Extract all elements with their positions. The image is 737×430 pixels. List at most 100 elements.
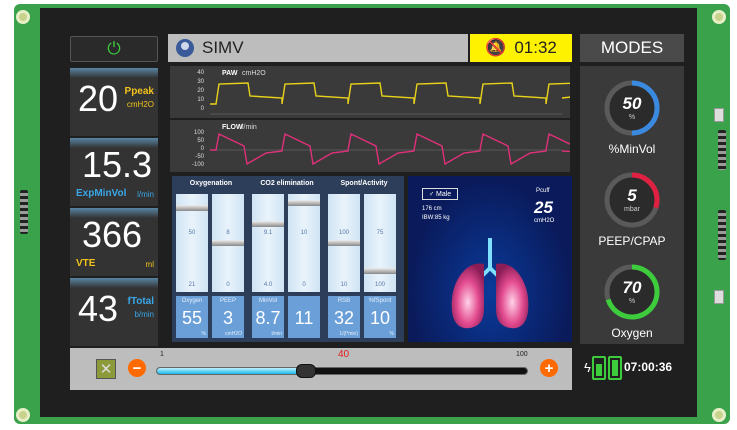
pin-header	[718, 210, 726, 260]
slider-thumb[interactable]	[296, 364, 316, 378]
mounting-hole	[16, 408, 30, 422]
charging-icon: ϟ	[584, 360, 591, 375]
param-cell[interactable]: 20 Ppeak cmH2O	[70, 68, 158, 136]
mode-unit: mbar	[624, 206, 640, 213]
smd-component	[714, 290, 724, 304]
mounting-hole	[712, 408, 726, 422]
range-track: 10 0	[288, 194, 320, 292]
pin-header	[20, 190, 28, 234]
range-min: 100	[374, 282, 385, 288]
range-marker	[364, 268, 396, 274]
alarm-timer: 01:32	[514, 38, 557, 57]
sex-label: Male	[436, 190, 452, 198]
range-track: 80	[212, 194, 244, 292]
cancel-button[interactable]: ✕	[96, 359, 116, 379]
range-track: 9.1 4.0	[252, 194, 284, 292]
mode-label: %MinVol	[608, 142, 656, 156]
measured-label: MinVol	[258, 298, 277, 304]
patient-lungs-panel: ♂ Male 176 cm IBW:85 kg Pcuff 25 cmH2O	[408, 176, 572, 342]
measured-value-box: MinVol 8.7 l/min	[252, 296, 284, 338]
clock: 07:00:36	[624, 360, 673, 374]
patient-height: 176 cm	[422, 206, 442, 212]
slider-value: 40	[338, 349, 350, 360]
range-mid: 8	[226, 230, 230, 236]
param-label: Ppeak	[124, 86, 154, 97]
measured-value: 3	[222, 308, 233, 328]
pin-header	[718, 130, 726, 170]
param-cell[interactable]: 43 fTotal b/min	[70, 278, 158, 346]
mode-gauge[interactable]: 70%	[602, 262, 662, 322]
range-marker	[288, 200, 320, 206]
smd-component	[714, 108, 724, 122]
mode-name: SIMV	[202, 38, 244, 57]
mode-unit: %	[628, 114, 636, 121]
lungs-icon	[451, 238, 529, 329]
mode-gauge[interactable]: 50%	[602, 78, 662, 138]
value-slider-bar: ✕ − 1 40 100 +	[70, 348, 572, 390]
paw-trace	[210, 82, 570, 115]
plus-icon: +	[544, 359, 554, 377]
mode-unit: %	[628, 298, 636, 305]
mode-bar[interactable]: SIMV	[168, 34, 468, 62]
power-button[interactable]: ⏻	[70, 36, 158, 62]
param-value: 366	[82, 214, 143, 255]
mode-value: 5	[627, 186, 637, 205]
param-unit: cmH2O	[126, 100, 154, 109]
range-min: 0	[226, 282, 230, 288]
measured-value-box: RSB 32 1/(l*min)	[328, 296, 360, 338]
mounting-hole	[16, 10, 30, 24]
param-value: 20	[78, 78, 119, 119]
pcuff-unit: cmH2O	[534, 218, 555, 224]
slider-track[interactable]	[156, 364, 528, 378]
range-mid: 100	[338, 230, 349, 236]
range-marker	[328, 240, 360, 246]
minus-icon: −	[132, 359, 142, 377]
range-mid: 75	[376, 230, 384, 236]
close-icon: ✕	[99, 361, 113, 378]
range-track: 100 10	[328, 194, 360, 292]
param-value: 15.3	[82, 144, 153, 185]
measured-value: 32	[333, 308, 355, 328]
measured-value: 8.7	[255, 308, 281, 328]
range-mid: 9.1	[263, 230, 273, 236]
battery-icon	[592, 356, 606, 380]
sex-badge[interactable]: ♂ Male	[422, 188, 458, 200]
mode-gauge[interactable]: 5 mbar	[602, 170, 662, 230]
mode-value: 50	[622, 94, 642, 113]
param-unit: ml	[145, 260, 154, 269]
alarm-silence-button[interactable]: 🔕 01:32	[470, 34, 572, 62]
flow-waveform: FLOW l/min 100 50 0 -50 -100	[170, 120, 570, 172]
measured-value: 10	[369, 308, 391, 328]
modes-button[interactable]: MODES	[580, 34, 684, 62]
mode-label: PEEP/CPAP	[598, 234, 666, 248]
cell-glow	[70, 278, 158, 288]
range-marker	[212, 240, 244, 246]
param-label: fTotal	[127, 296, 154, 307]
measured-label: %fSpont	[368, 298, 392, 304]
pcuff-label: Pcuff	[536, 188, 550, 194]
pcuff-value: 25	[534, 198, 553, 217]
decrease-button[interactable]: −	[128, 359, 146, 377]
measured-value: 55	[181, 308, 203, 328]
param-label: VTE	[76, 258, 96, 269]
measured-value-box: 11	[288, 296, 320, 338]
power-icon: ⏻	[107, 39, 121, 58]
battery-icon	[608, 356, 622, 380]
measured-label: RSB	[337, 298, 351, 304]
measured-value: 11	[294, 308, 314, 328]
measurement-panel: Oxygenation CO2 elimination Spont/Activi…	[172, 176, 404, 342]
param-label: ExpMinVol	[76, 188, 127, 199]
mounting-hole	[712, 10, 726, 24]
slider-max: 100	[516, 351, 528, 358]
cell-glow	[70, 68, 158, 78]
param-cell[interactable]: 15.3 ExpMinVol l/min	[70, 138, 158, 206]
range-min: 4.0	[263, 282, 273, 288]
lcd-screen: ⏻ 20 Ppeak cmH2O 15.3 ExpMinVol l/min 366 VTE ml…	[40, 8, 697, 417]
paw-waveform: PAW cmH2O 40 30 20 10 0	[170, 66, 570, 118]
measured-label: PEEP	[219, 298, 236, 304]
group-header-oxygenation: Oxygenation	[189, 180, 233, 187]
param-cell[interactable]: 366 VTE ml	[70, 208, 158, 276]
param-value: 43	[78, 288, 119, 329]
increase-button[interactable]: +	[540, 359, 558, 377]
range-mid: 50	[188, 230, 196, 236]
